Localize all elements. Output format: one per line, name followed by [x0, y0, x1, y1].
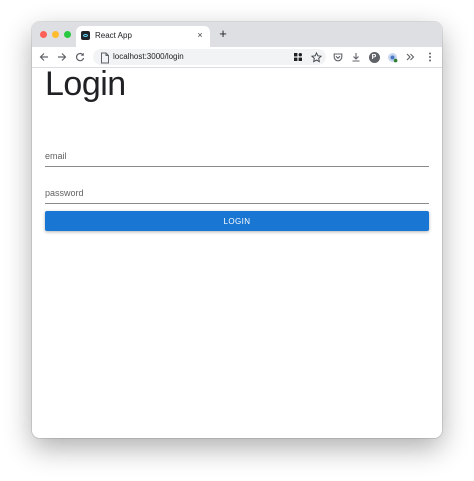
page-content: Login LOGIN: [32, 65, 442, 438]
tab-close-icon[interactable]: ×: [194, 29, 206, 41]
password-field[interactable]: [45, 183, 429, 204]
kebab-menu-icon[interactable]: [423, 50, 437, 64]
profile-initial: P: [368, 51, 380, 63]
email-field[interactable]: [45, 146, 429, 167]
url-text: localhost:3000/login: [113, 52, 184, 61]
extension-icon[interactable]: [385, 50, 399, 64]
forward-arrow-icon[interactable]: [55, 50, 69, 64]
extensions-grid-icon[interactable]: [291, 50, 305, 64]
chevron-more-icon[interactable]: [403, 50, 417, 64]
download-icon[interactable]: [349, 50, 363, 64]
reload-icon[interactable]: [73, 50, 87, 64]
page-title: Login: [45, 65, 126, 103]
tab-title: React App: [95, 31, 132, 40]
close-window-button[interactable]: [40, 31, 47, 38]
minimize-window-button[interactable]: [52, 31, 59, 38]
login-button[interactable]: LOGIN: [45, 211, 429, 231]
back-arrow-icon[interactable]: [37, 50, 51, 64]
tab-react-app[interactable]: React App ×: [76, 26, 210, 47]
zoom-window-button[interactable]: [64, 31, 71, 38]
profile-avatar[interactable]: P: [367, 50, 381, 64]
pocket-icon[interactable]: [331, 50, 345, 64]
tab-strip: React App × +: [32, 22, 442, 47]
react-favicon-icon: [81, 31, 90, 40]
new-tab-button[interactable]: +: [216, 27, 230, 41]
bookmark-star-icon[interactable]: [309, 50, 323, 64]
browser-window: React App × + localhost:3000/login P Log…: [32, 22, 442, 438]
page-icon: [100, 51, 110, 64]
